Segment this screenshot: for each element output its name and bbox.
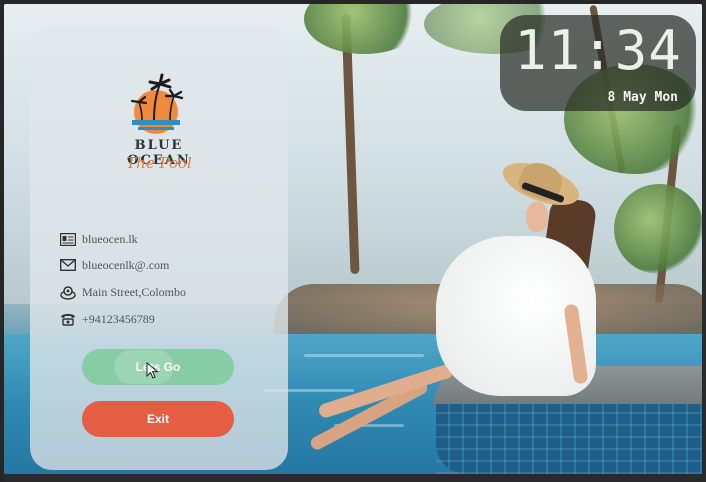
- envelope-icon: [60, 258, 76, 272]
- clock-date: 8 May Mon: [607, 90, 678, 105]
- palm-foliage: [614, 184, 702, 274]
- window-right-border: [702, 0, 706, 482]
- contact-address: Main Street,Colombo: [60, 283, 186, 301]
- contact-phone: +94123456789: [60, 310, 155, 328]
- location-pin-icon: [60, 285, 76, 300]
- clock-time: 11:34: [514, 19, 682, 82]
- contact-website: blueocen.lk: [60, 230, 138, 248]
- id-card-icon: [60, 232, 76, 246]
- address-text: Main Street,Colombo: [82, 284, 186, 299]
- telephone-icon: [60, 312, 76, 326]
- water-ripple: [304, 354, 424, 357]
- website-text: blueocen.lk: [82, 231, 138, 246]
- email-text: blueocenlk@.com: [82, 257, 170, 272]
- pool-tiles: [436, 404, 702, 474]
- mouse-pointer-icon: [146, 362, 159, 379]
- exit-label: Exit: [146, 412, 169, 426]
- window-bottom-border: [4, 474, 702, 482]
- exit-button[interactable]: Exit: [82, 401, 234, 437]
- brand-subtitle: The Pool: [126, 154, 192, 172]
- phone-text: +94123456789: [82, 311, 155, 326]
- clock-widget: 11:34 8 May Mon: [500, 15, 696, 111]
- palm-sunset-logo: [130, 73, 184, 134]
- contact-email: blueocenlk@.com: [60, 256, 169, 274]
- woman-face: [526, 202, 548, 232]
